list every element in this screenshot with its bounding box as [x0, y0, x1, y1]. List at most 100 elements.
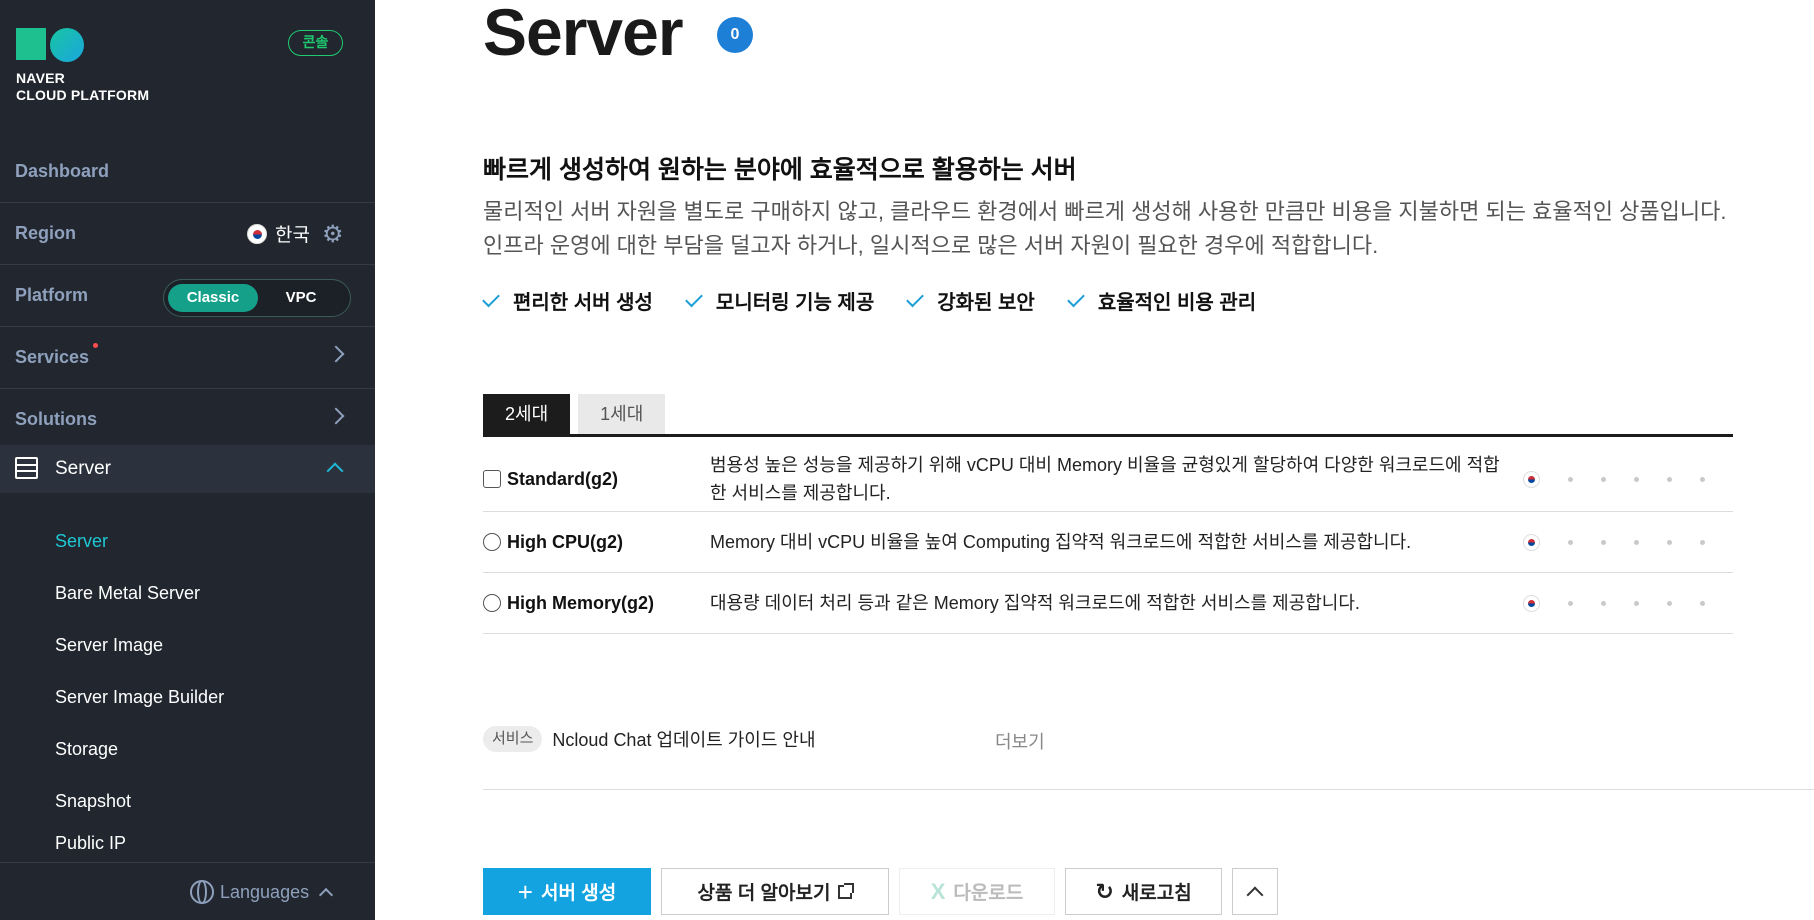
sub-item-storage[interactable]: Storage	[55, 739, 118, 760]
region-dot	[1667, 540, 1672, 545]
nav-dashboard[interactable]: Dashboard	[0, 142, 375, 203]
tab-gen2[interactable]: 2세대	[483, 394, 571, 434]
nav-server-label: Server	[55, 458, 111, 479]
collapse-button[interactable]	[1232, 868, 1278, 915]
sub-item-public-ip[interactable]: Public IP	[55, 833, 126, 854]
region-dot	[1601, 601, 1606, 606]
korea-flag-icon	[1523, 534, 1540, 551]
page-title: Server	[483, 0, 684, 69]
sub-item-server[interactable]: Server	[55, 531, 108, 552]
chevron-right-icon	[327, 345, 345, 363]
region-availability	[1523, 595, 1705, 612]
create-server-label: 서버 생성	[540, 883, 617, 904]
region-value: 한국	[275, 225, 310, 246]
table-row[interactable]: High CPU(g2) Memory 대비 vCPU 비율을 높여 Compu…	[483, 512, 1733, 573]
refresh-label: 새로고침	[1121, 883, 1192, 904]
platform-option-classic[interactable]: Classic	[168, 284, 258, 312]
region-dot	[1700, 540, 1705, 545]
table-row[interactable]: High Memory(g2) 대용량 데이터 처리 등과 같은 Memory …	[483, 573, 1733, 634]
chevron-up-icon	[319, 887, 334, 903]
logo-text: NAVER CLOUD PLATFORM	[16, 70, 149, 104]
chevron-right-icon	[327, 407, 345, 425]
feature-item: 모니터링 기능 제공	[685, 286, 874, 315]
check-icon	[906, 289, 925, 308]
notice-item[interactable]: 서비스 Ncloud Chat 업데이트 가이드 안내	[483, 726, 816, 752]
check-icon	[1066, 289, 1085, 308]
languages-bar: Languages	[0, 862, 375, 920]
nav-server-section[interactable]: Server	[0, 445, 375, 493]
server-count-badge: 0	[717, 17, 753, 53]
region-selector[interactable]: 한국	[247, 220, 310, 247]
server-high-cpu-icon	[483, 533, 501, 551]
server-icon	[15, 457, 38, 479]
region-dot	[1568, 601, 1573, 606]
sub-item-snapshot[interactable]: Snapshot	[55, 791, 131, 812]
check-icon	[685, 289, 703, 308]
region-dot	[1568, 477, 1573, 482]
server-high-memory-icon	[483, 594, 501, 612]
product-description: 물리적인 서버 자원을 별도로 구매하지 않고, 클라우드 환경에서 빠르게 생…	[483, 195, 1726, 263]
naver-cloud-logo[interactable]: NAVER CLOUD PLATFORM	[16, 28, 149, 104]
sub-item-bare-metal-server[interactable]: Bare Metal Server	[55, 583, 200, 604]
tab-gen1[interactable]: 1세대	[578, 394, 666, 434]
nav-region: Region 한국 ⚙	[0, 204, 375, 265]
console-badge[interactable]: 콘솔	[288, 30, 343, 56]
product-description-line2: 인프라 운영에 대한 부담을 덜고자 하거나, 일시적으로 많은 서버 자원이 …	[483, 233, 1379, 258]
region-dot	[1568, 540, 1573, 545]
feature-item: 편리한 서버 생성	[482, 286, 653, 315]
sub-item-server-image-builder[interactable]: Server Image Builder	[55, 687, 224, 708]
external-link-icon	[838, 882, 855, 899]
product-name[interactable]: High CPU(g2)	[507, 532, 623, 553]
nav-solutions[interactable]: Solutions	[0, 390, 375, 451]
region-dot	[1601, 540, 1606, 545]
languages-button[interactable]: Languages	[190, 880, 334, 904]
product-name[interactable]: Standard(g2)	[507, 469, 618, 490]
logo-circle	[50, 28, 84, 62]
action-toolbar: + 서버 생성 상품 더 알아보기 X 다운로드 ↻ 새로고침	[483, 868, 1278, 915]
region-dot	[1634, 477, 1639, 482]
region-dot	[1667, 601, 1672, 606]
product-desc: 대용량 데이터 처리 등과 같은 Memory 집약적 워크로드에 적합한 서비…	[710, 593, 1360, 613]
region-dot	[1700, 477, 1705, 482]
table-row[interactable]: Standard(g2) 범용성 높은 성능을 제공하기 위해 vCPU 대비 …	[483, 437, 1733, 512]
region-dot	[1700, 601, 1705, 606]
chevron-up-icon	[1246, 886, 1264, 903]
download-button[interactable]: X 다운로드	[899, 868, 1055, 915]
main-content: Server 0 빠르게 생성하여 원하는 분야에 효율적으로 활용하는 서버 …	[375, 0, 1814, 920]
product-table: Standard(g2) 범용성 높은 성능을 제공하기 위해 vCPU 대비 …	[483, 437, 1733, 634]
region-dot	[1601, 477, 1606, 482]
plus-icon: +	[517, 876, 533, 907]
check-icon	[482, 289, 500, 308]
logo-text-line1: NAVER	[16, 70, 65, 86]
nav-solutions-label: Solutions	[15, 409, 97, 429]
korea-flag-icon	[1523, 471, 1540, 488]
product-name[interactable]: High Memory(g2)	[507, 593, 654, 614]
refresh-icon: ↻	[1095, 878, 1114, 904]
feature-list: 편리한 서버 생성 모니터링 기능 제공 강화된 보안 효율적인 비용 관리	[482, 286, 1256, 315]
server-standard-icon	[483, 470, 501, 488]
korea-flag-icon	[247, 223, 268, 244]
platform-option-vpc[interactable]: VPC	[256, 284, 346, 312]
platform-toggle[interactable]: Classic VPC	[163, 279, 351, 317]
more-link[interactable]: 더보기	[995, 728, 1045, 754]
nav-services-label: Services	[15, 347, 90, 367]
notification-dot	[93, 343, 98, 348]
notice-text[interactable]: Ncloud Chat 업데이트 가이드 안내	[552, 726, 815, 752]
sub-item-server-image[interactable]: Server Image	[55, 635, 163, 656]
region-dot	[1634, 540, 1639, 545]
languages-label: Languages	[220, 881, 310, 902]
excel-icon: X	[930, 878, 946, 904]
gear-icon[interactable]: ⚙	[322, 223, 344, 247]
feature-item: 효율적인 비용 관리	[1066, 286, 1256, 315]
create-server-button[interactable]: + 서버 생성	[483, 868, 651, 915]
logo-square	[16, 28, 46, 60]
learn-more-button[interactable]: 상품 더 알아보기	[661, 868, 889, 915]
globe-icon	[190, 880, 214, 904]
nav-services[interactable]: Services	[0, 328, 375, 389]
refresh-button[interactable]: ↻ 새로고침	[1065, 868, 1222, 915]
sidebar: NAVER CLOUD PLATFORM 콘솔 Dashboard Region…	[0, 0, 375, 920]
korea-flag-icon	[1523, 595, 1540, 612]
product-headline: 빠르게 생성하여 원하는 분야에 효율적으로 활용하는 서버	[483, 156, 1077, 184]
feature-label: 편리한 서버 생성	[513, 292, 653, 314]
product-desc: Memory 대비 vCPU 비율을 높여 Computing 집약적 워크로드…	[710, 532, 1412, 552]
